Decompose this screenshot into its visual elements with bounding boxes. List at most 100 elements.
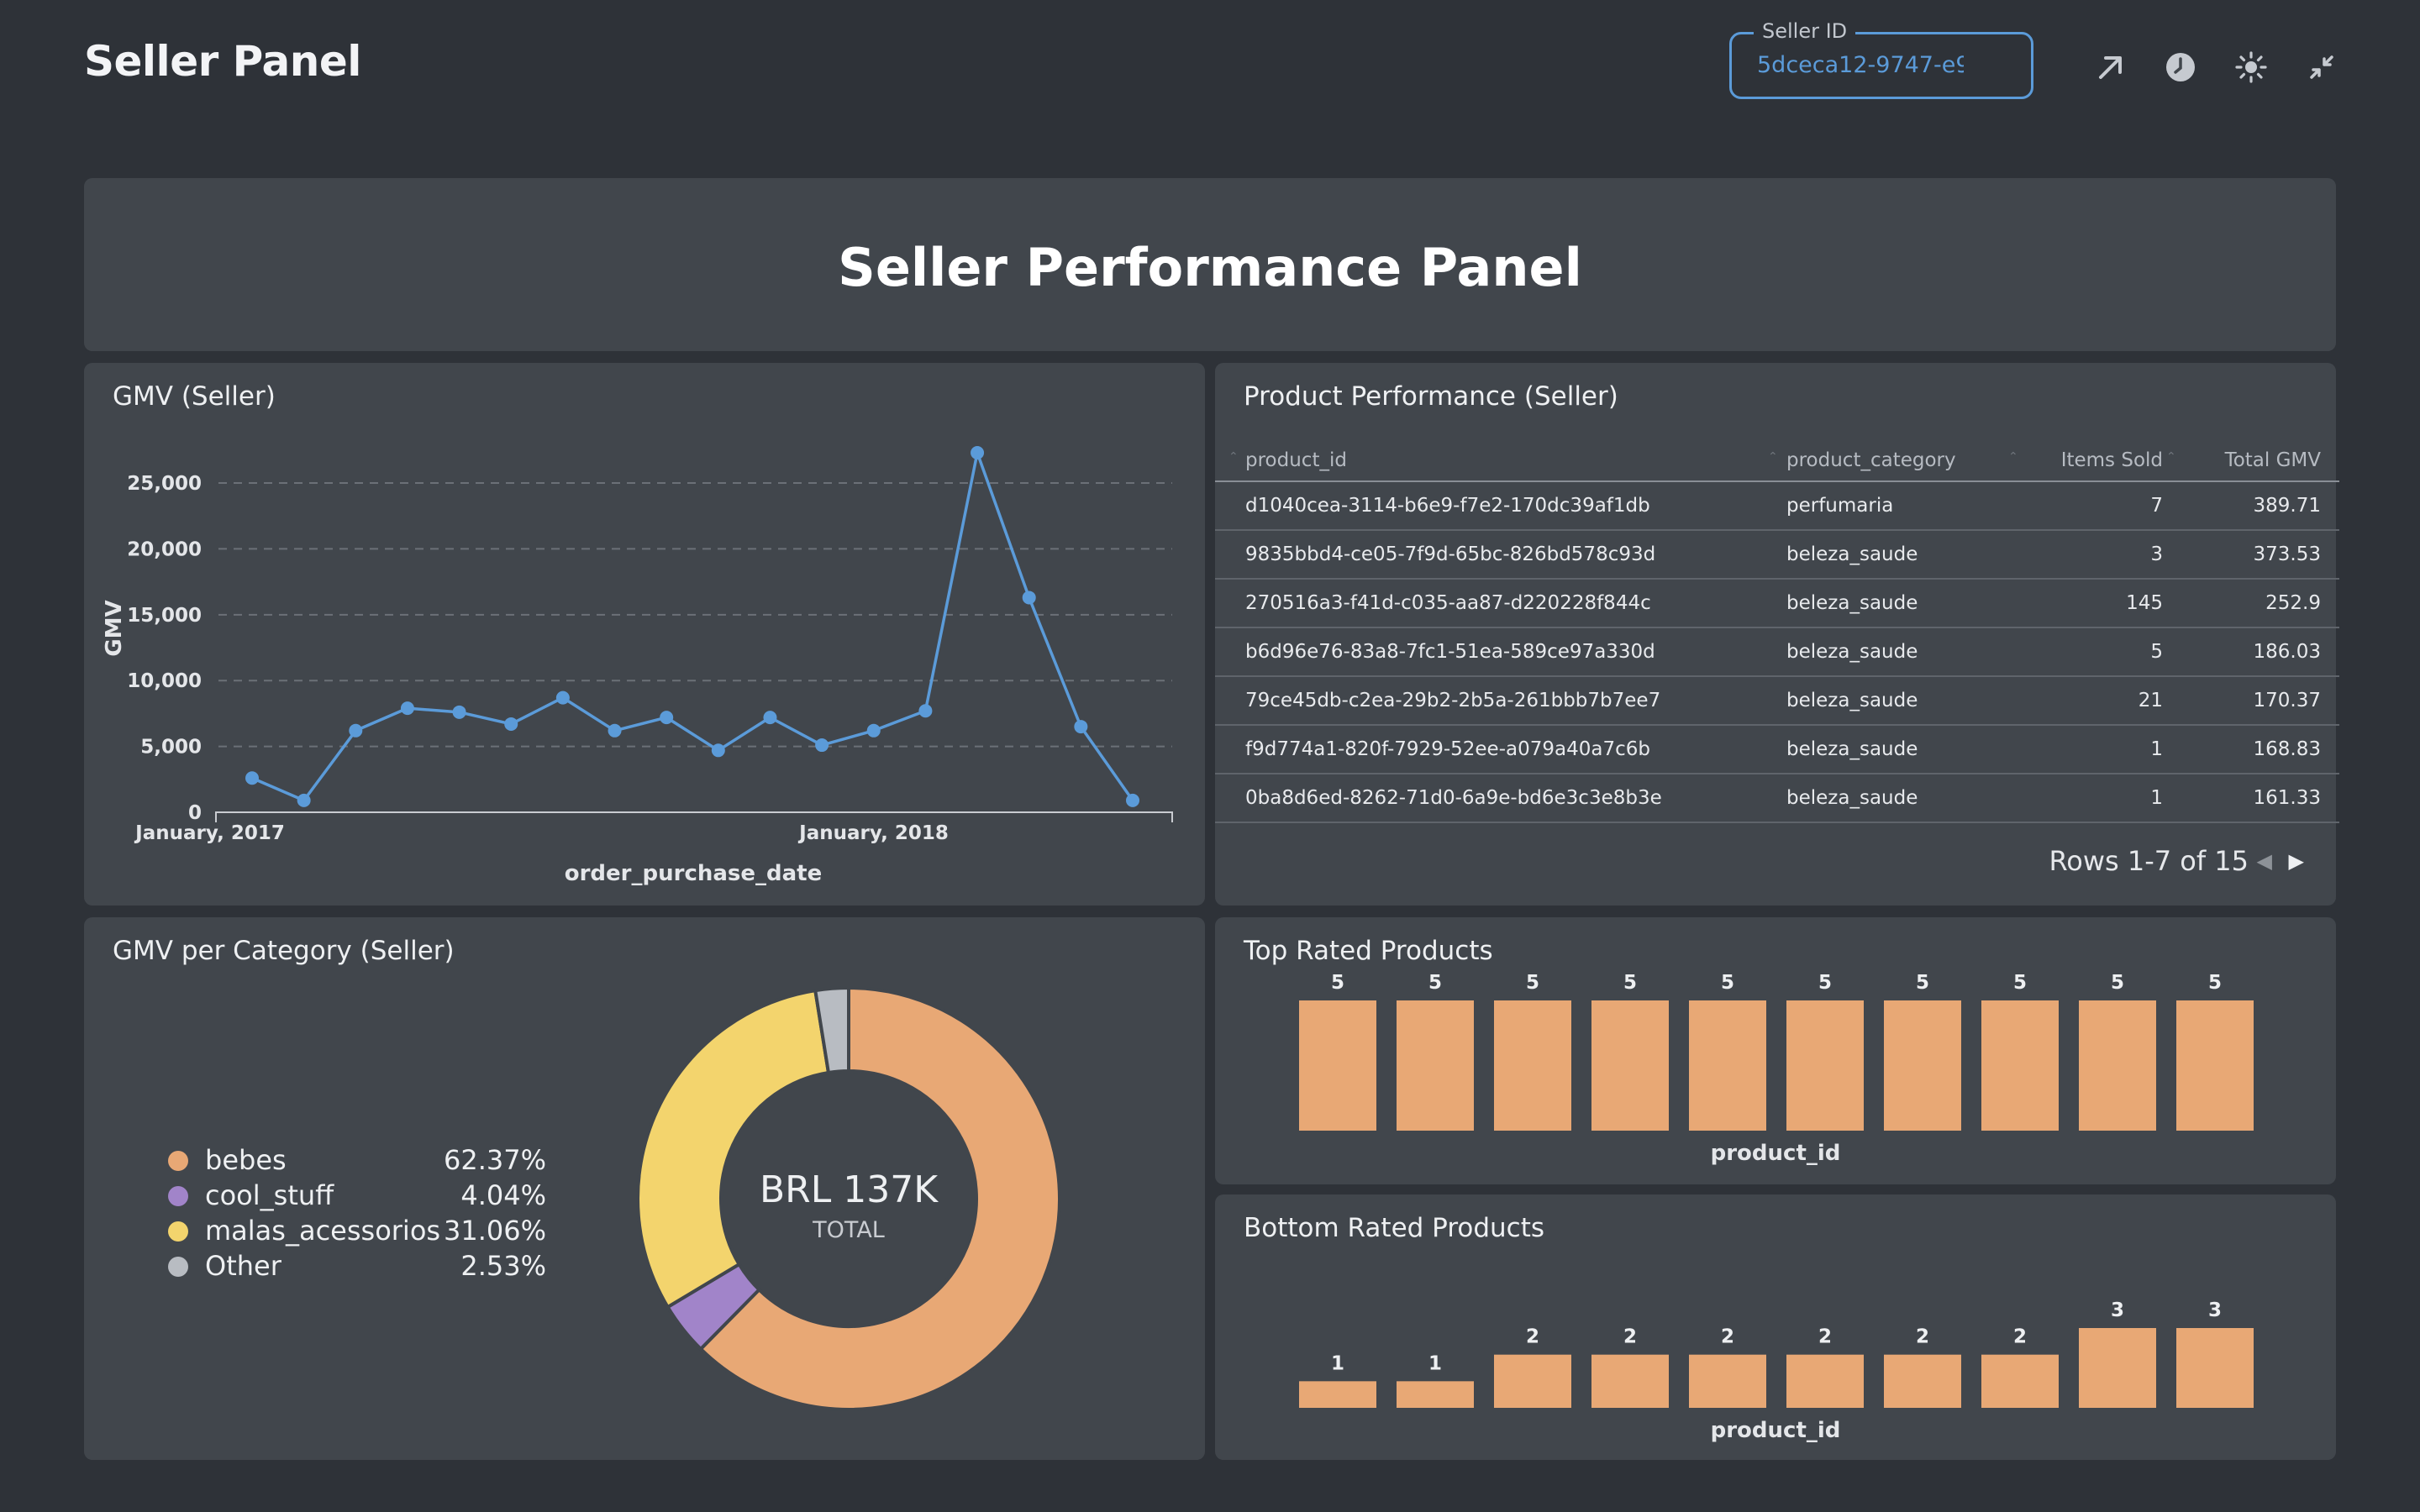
bar-value-label: 5 [2111, 972, 2124, 994]
bar[interactable] [2176, 1000, 2254, 1131]
bar[interactable] [1981, 1000, 2059, 1131]
column-header-product-category[interactable]: product_category [1786, 440, 1956, 480]
sort-icon[interactable]: ⌃ [2166, 450, 2176, 464]
bar[interactable] [1591, 1354, 1669, 1408]
bar-value-label: 2 [1526, 1326, 1539, 1348]
column-header-total-gmv[interactable]: Total GMV [2225, 440, 2321, 480]
cell-product-id: 0ba8d6ed-8262-71d0-6a9e-bd6e3c3e8b3e [1245, 787, 1662, 809]
bar[interactable] [1786, 1354, 1864, 1408]
gmv-data-point[interactable] [918, 704, 933, 718]
column-header-product-id[interactable]: product_id [1245, 440, 1347, 480]
x-axis-title: order_purchase_date [565, 861, 823, 886]
bar[interactable] [2176, 1328, 2254, 1408]
cell-product-category: beleza_saude [1786, 690, 1918, 711]
y-tick-label: 20,000 [127, 538, 202, 560]
sort-icon[interactable]: ⌃ [1768, 450, 1778, 464]
collapse-icon[interactable] [2303, 49, 2340, 86]
gmv-data-point[interactable] [555, 690, 570, 705]
bar[interactable] [2079, 1328, 2156, 1408]
y-tick-label: 25,000 [127, 473, 202, 495]
next-page-icon[interactable]: ▶ [2289, 845, 2304, 877]
cell-total-gmv: 389.71 [2253, 495, 2321, 517]
table-row[interactable]: f9d774a1-820f-7929-52ee-a079a40a7c6b bele… [1215, 726, 2339, 774]
bar[interactable] [1786, 1000, 1864, 1131]
cell-total-gmv: 161.33 [2253, 787, 2321, 809]
bar-value-label: 2 [2013, 1326, 2027, 1348]
bar[interactable] [2079, 1000, 2156, 1131]
gmv-data-point[interactable] [763, 711, 777, 725]
top-bar: Seller Panel Seller ID 5dceca12-9747-e92 [0, 0, 2420, 134]
seller-id-field[interactable]: Seller ID 5dceca12-9747-e92 [1729, 19, 2033, 99]
table-row[interactable]: b6d96e76-83a8-7fc1-51ea-589ce97a330d bele… [1215, 628, 2339, 677]
bar-value-label: 2 [1916, 1326, 1929, 1348]
product-performance-title: Product Performance (Seller) [1244, 381, 1618, 412]
gmv-data-point[interactable] [1022, 591, 1036, 605]
x-axis-title: product_id [1711, 1141, 1841, 1166]
cell-product-id: 9835bbd4-ce05-7f9d-65bc-826bd578c93d [1245, 543, 1656, 565]
bar[interactable] [1299, 1381, 1376, 1408]
bar-value-label: 1 [1331, 1352, 1344, 1374]
sun-icon[interactable] [2233, 49, 2270, 86]
cell-total-gmv: 186.03 [2253, 641, 2321, 663]
gmv-data-point[interactable] [297, 793, 311, 807]
sort-icon[interactable]: ⌃ [1228, 450, 1239, 464]
x-tick-label: January, 2018 [797, 822, 949, 844]
bar-value-label: 2 [1623, 1326, 1637, 1348]
table-row[interactable]: 9835bbd4-ce05-7f9d-65bc-826bd578c93d bele… [1215, 531, 2339, 580]
bar[interactable] [1689, 1000, 1766, 1131]
bar-value-label: 5 [2208, 972, 2222, 994]
bar-value-label: 2 [1721, 1326, 1734, 1348]
gmv-data-point[interactable] [815, 738, 829, 753]
cell-items-sold: 21 [2138, 690, 2163, 711]
gmv-data-point[interactable] [608, 723, 622, 738]
bar[interactable] [1397, 1000, 1474, 1131]
donut-slice-malas-acessorios[interactable] [636, 988, 831, 1310]
cell-total-gmv: 252.9 [2265, 592, 2321, 614]
gmv-data-point[interactable] [971, 445, 985, 459]
bar[interactable] [1689, 1354, 1766, 1408]
y-tick-label: 5,000 [140, 737, 202, 759]
gmv-data-point[interactable] [452, 705, 466, 719]
gmv-data-point[interactable] [400, 701, 414, 716]
bar[interactable] [1494, 1354, 1571, 1408]
sort-icon[interactable]: ⌃ [2008, 450, 2018, 464]
cell-items-sold: 145 [2126, 592, 2163, 614]
gmv-data-point[interactable] [866, 723, 881, 738]
y-axis-title: GMV [102, 600, 127, 656]
cell-product-id: 79ce45db-c2ea-29b2-2b5a-261bbb7b7ee7 [1245, 690, 1661, 711]
bar[interactable] [1884, 1354, 1961, 1408]
table-row[interactable]: 270516a3-f41d-c035-aa87-d220228f844c bele… [1215, 580, 2339, 628]
table-row[interactable]: d1040cea-3114-b6e9-f7e2-170dc39af1db perf… [1215, 482, 2339, 531]
cell-total-gmv: 373.53 [2253, 543, 2321, 565]
top-rated-card: Top Rated Products 5 5 5 5 5 5 5 5 5 5 product_id [1215, 917, 2336, 1184]
previous-page-icon[interactable]: ◀ [2257, 845, 2272, 877]
gmv-data-point[interactable] [1074, 720, 1088, 734]
bar[interactable] [1591, 1000, 1669, 1131]
bar-value-label: 5 [1916, 972, 1929, 994]
bar[interactable] [1884, 1000, 1961, 1131]
cell-product-id: f9d774a1-820f-7929-52ee-a079a40a7c6b [1245, 738, 1650, 760]
gmv-data-point[interactable] [1126, 793, 1139, 807]
bar[interactable] [1981, 1354, 2059, 1408]
gmv-data-point[interactable] [711, 743, 725, 758]
bar[interactable] [1494, 1000, 1571, 1131]
cell-items-sold: 5 [2150, 641, 2163, 663]
category-card: GMV per Category (Seller) bebes 62.37% coo… [84, 917, 1205, 1460]
expand-arrow-icon[interactable] [2092, 49, 2129, 86]
clock-icon[interactable] [2162, 49, 2199, 86]
table-row[interactable]: 0ba8d6ed-8262-71d0-6a9e-bd6e3c3e8b3e bele… [1215, 774, 2339, 823]
gmv-data-point[interactable] [349, 723, 363, 738]
bar[interactable] [1299, 1000, 1376, 1131]
table-header: ⌃ product_id ⌃ product_category ⌃ Items … [1215, 440, 2339, 482]
gmv-data-point[interactable] [504, 717, 518, 731]
cell-product-category: beleza_saude [1786, 543, 1918, 565]
gmv-data-point[interactable] [660, 711, 674, 725]
y-tick-label: 0 [188, 802, 202, 824]
column-header-items-sold[interactable]: Items Sold [2061, 440, 2163, 480]
bottom-rated-card: Bottom Rated Products 1 1 2 2 2 2 2 2 3 3 product_… [1215, 1194, 2336, 1460]
seller-id-input[interactable]: 5dceca12-9747-e92 [1757, 34, 1964, 97]
gmv-data-point[interactable] [245, 771, 259, 785]
table-row[interactable]: 79ce45db-c2ea-29b2-2b5a-261bbb7b7ee7 bele… [1215, 677, 2339, 726]
bar-value-label: 5 [1818, 972, 1832, 994]
bar[interactable] [1397, 1381, 1474, 1408]
